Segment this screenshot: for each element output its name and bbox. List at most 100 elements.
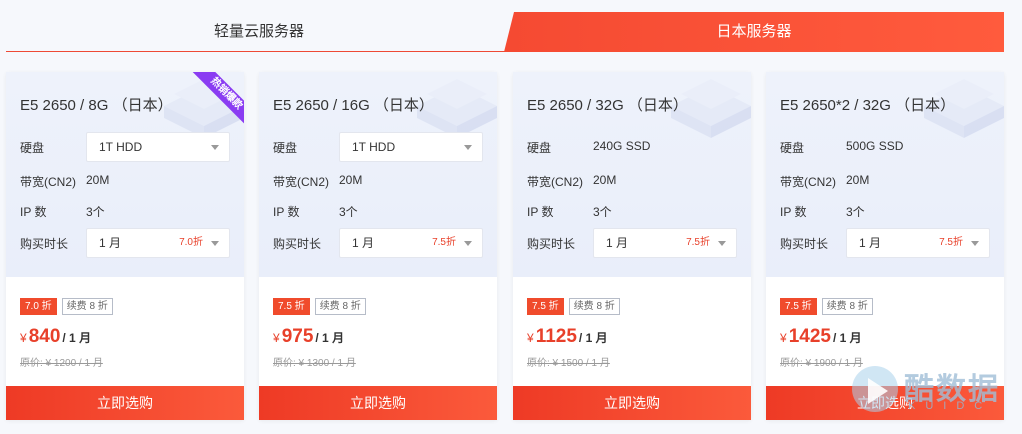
chevron-down-icon (211, 145, 219, 150)
product-card: E5 2650 / 32G （日本） 硬盘 240G SSD 带宽(CN2) 2… (513, 72, 751, 420)
original-price: 原价: ¥ 1500 / 1 月 (527, 358, 610, 369)
buy-now-button[interactable]: 立即选购 (513, 386, 751, 420)
disk-value: 1T HDD (99, 140, 143, 154)
disk-value: 1T HDD (352, 140, 396, 154)
bandwidth-value: 20M (593, 173, 617, 187)
duration-discount: 7.0折 (179, 237, 203, 248)
ip-count-value: 3个 (846, 205, 865, 219)
ip-count-label: IP 数 (527, 205, 554, 219)
disk-label: 硬盘 (527, 141, 552, 155)
disk-value: 240G SSD (593, 139, 651, 153)
card-config-panel: E5 2650 / 32G （日本） 硬盘 240G SSD 带宽(CN2) 2… (513, 72, 751, 277)
duration-value: 1 月 (859, 236, 882, 250)
currency-symbol: ¥ (20, 331, 27, 345)
duration-label: 购买时长 (20, 237, 69, 251)
discount-badge: 7.5 折 (780, 298, 817, 315)
price: ¥1425/ 1 月 (780, 326, 862, 348)
bandwidth-label: 带宽(CN2) (527, 175, 583, 189)
bandwidth-label: 带宽(CN2) (20, 175, 76, 189)
tab-light-cloud-server[interactable]: 轻量云服务器 (6, 12, 512, 52)
chevron-down-icon (718, 241, 726, 246)
price: ¥975/ 1 月 (273, 326, 344, 348)
currency-symbol: ¥ (273, 331, 280, 345)
price-unit: / 1 月 (62, 331, 92, 345)
disk-value: 500G SSD (846, 139, 904, 153)
price: ¥1125/ 1 月 (527, 326, 608, 348)
discount-badge: 7.5 折 (273, 298, 310, 315)
ip-count-value: 3个 (593, 205, 612, 219)
chevron-down-icon (971, 241, 979, 246)
duration-value: 1 月 (99, 236, 122, 250)
discount-badges: 7.5 折 续费 8 折 (527, 298, 620, 315)
duration-value: 1 月 (606, 236, 629, 250)
discount-badges: 7.5 折 续费 8 折 (273, 298, 366, 315)
discount-badge: 7.5 折 (527, 298, 564, 315)
duration-select[interactable]: 1 月 7.5折 (846, 228, 990, 258)
currency-symbol: ¥ (780, 331, 787, 345)
duration-discount: 7.5折 (686, 237, 710, 248)
bandwidth-value: 20M (86, 173, 110, 187)
card-config-panel: E5 2650*2 / 32G （日本） 硬盘 500G SSD 带宽(CN2)… (766, 72, 1004, 277)
product-card: E5 2650 / 16G （日本） 硬盘 1T HDD 带宽(CN2) 20M… (259, 72, 497, 420)
card-config-panel: E5 2650 / 16G （日本） 硬盘 1T HDD 带宽(CN2) 20M… (259, 72, 497, 277)
price: ¥840/ 1 月 (20, 326, 91, 348)
duration-label: 购买时长 (527, 237, 576, 251)
price-unit: / 1 月 (315, 331, 345, 345)
duration-select[interactable]: 1 月 7.5折 (339, 228, 483, 258)
ip-count-value: 3个 (339, 205, 358, 219)
card-title: E5 2650 / 16G （日本） (273, 97, 434, 114)
duration-discount: 7.5折 (432, 237, 456, 248)
buy-now-button[interactable]: 立即选购 (259, 386, 497, 420)
card-title: E5 2650*2 / 32G （日本） (780, 97, 956, 114)
ip-count-label: IP 数 (20, 205, 47, 219)
price-unit: / 1 月 (578, 331, 608, 345)
disk-select[interactable]: 1T HDD (86, 132, 230, 162)
price-amount: 975 (281, 326, 314, 347)
currency-symbol: ¥ (527, 331, 534, 345)
bandwidth-value: 20M (846, 173, 870, 187)
original-price: 原价: ¥ 1200 / 1 月 (20, 358, 103, 369)
watermark-logo: 酷数据 KUIDC (852, 364, 1022, 424)
hot-sale-ribbon: 热销爆款 (188, 72, 244, 132)
disk-label: 硬盘 (780, 141, 805, 155)
price-amount: 1125 (535, 326, 577, 347)
ip-count-label: IP 数 (780, 205, 807, 219)
chevron-down-icon (464, 241, 472, 246)
bandwidth-label: 带宽(CN2) (780, 175, 836, 189)
discount-badge: 7.0 折 (20, 298, 57, 315)
discount-badges: 7.5 折 续费 8 折 (780, 298, 873, 315)
product-card: E5 2650 / 8G （日本） 热销爆款 硬盘 1T HDD 带宽(CN2)… (6, 72, 244, 420)
renewal-badge: 续费 8 折 (61, 298, 113, 315)
card-title: E5 2650 / 8G （日本） (20, 97, 173, 114)
original-price: 原价: ¥ 1300 / 1 月 (273, 358, 356, 369)
card-config-panel: E5 2650 / 8G （日本） 热销爆款 硬盘 1T HDD 带宽(CN2)… (6, 72, 244, 277)
ip-count-label: IP 数 (273, 205, 300, 219)
price-amount: 1425 (788, 326, 831, 347)
renewal-badge: 续费 8 折 (821, 298, 873, 315)
bandwidth-label: 带宽(CN2) (273, 175, 329, 189)
buy-now-button[interactable]: 立即选购 (6, 386, 244, 420)
server-type-tabs: 轻量云服务器 日本服务器 (6, 12, 1004, 52)
card-title: E5 2650 / 32G （日本） (527, 97, 688, 114)
watermark-subtext: KUIDC (908, 400, 993, 412)
disk-select[interactable]: 1T HDD (339, 132, 483, 162)
duration-discount: 7.5折 (939, 237, 963, 248)
chevron-down-icon (464, 145, 472, 150)
tab-japan-server[interactable]: 日本服务器 (504, 12, 1004, 52)
chevron-down-icon (211, 241, 219, 246)
duration-label: 购买时长 (780, 237, 829, 251)
original-price: 原价: ¥ 1900 / 1 月 (780, 358, 863, 369)
renewal-badge: 续费 8 折 (568, 298, 620, 315)
disk-label: 硬盘 (273, 141, 298, 155)
duration-value: 1 月 (352, 236, 375, 250)
renewal-badge: 续费 8 折 (314, 298, 366, 315)
duration-label: 购买时长 (273, 237, 322, 251)
play-circle-icon (852, 366, 898, 412)
price-amount: 840 (28, 326, 61, 347)
duration-select[interactable]: 1 月 7.0折 (86, 228, 230, 258)
disk-label: 硬盘 (20, 141, 45, 155)
discount-badges: 7.0 折 续费 8 折 (20, 298, 113, 315)
duration-select[interactable]: 1 月 7.5折 (593, 228, 737, 258)
bandwidth-value: 20M (339, 173, 363, 187)
price-unit: / 1 月 (832, 331, 862, 345)
